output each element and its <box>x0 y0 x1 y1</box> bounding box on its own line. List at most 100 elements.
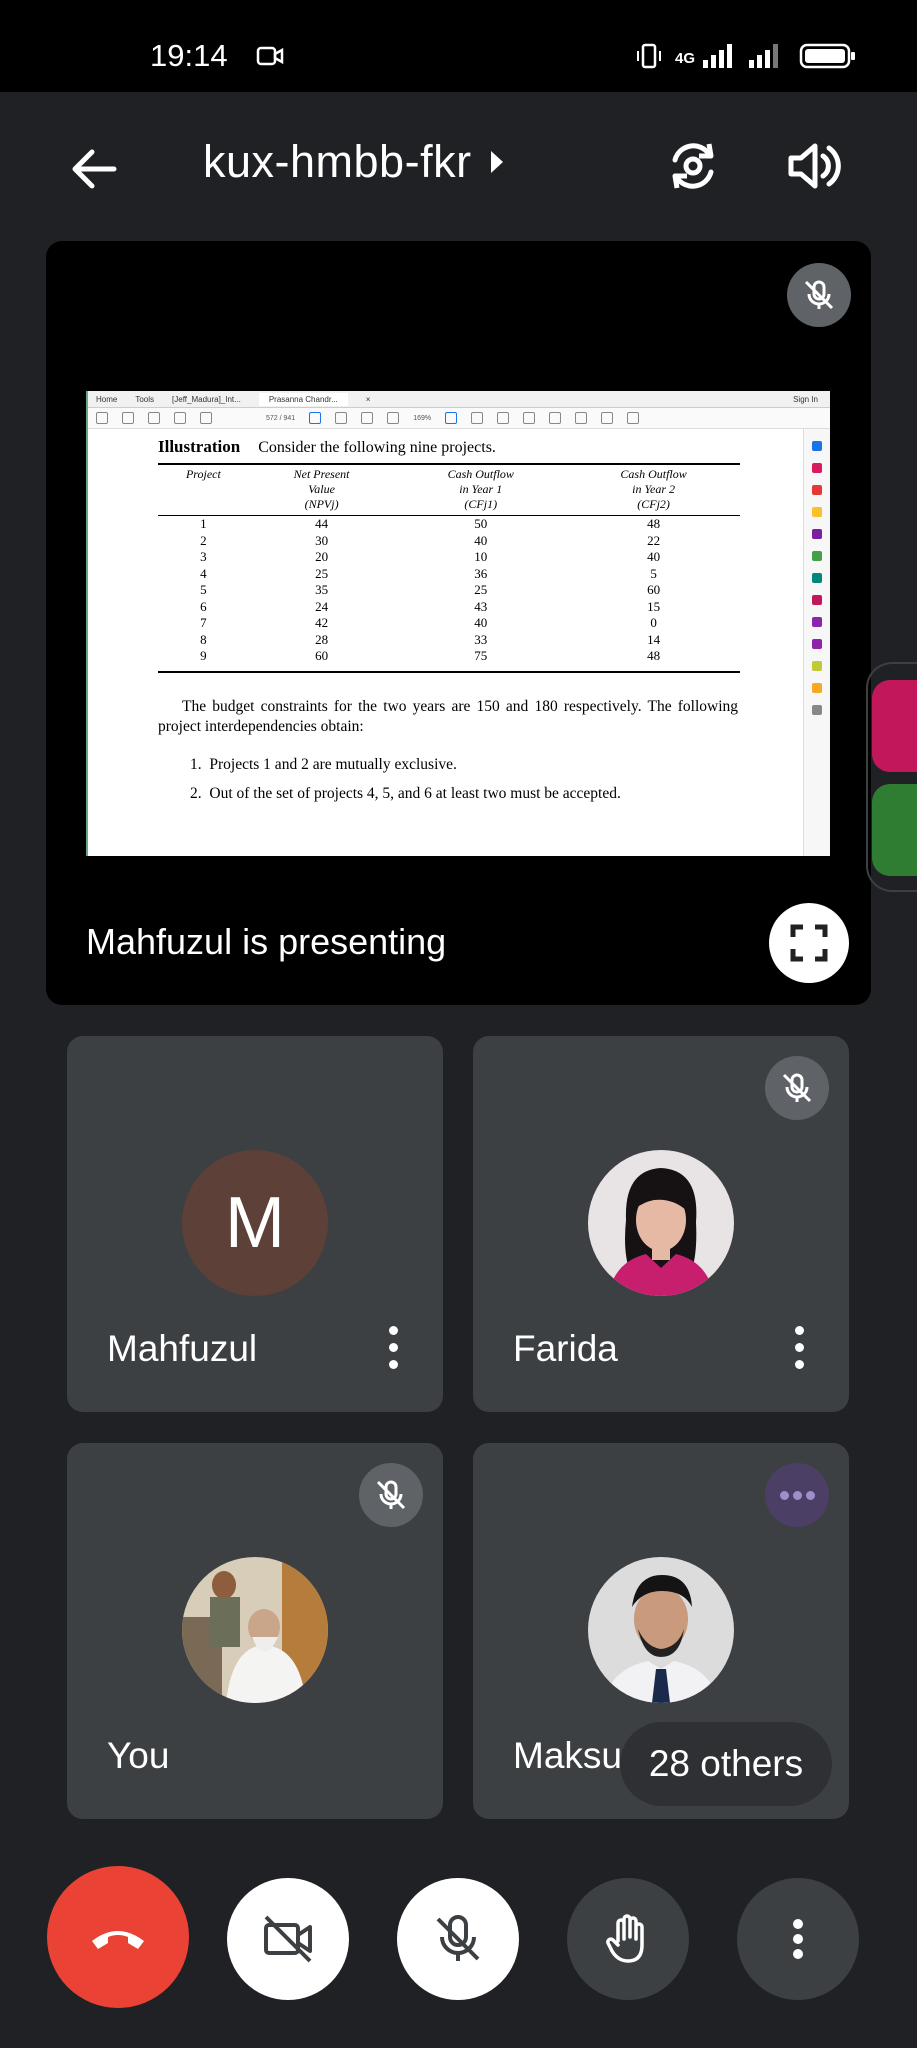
table-row: 3 20 10 40 <box>158 549 740 566</box>
table-cell: 9 <box>158 648 249 673</box>
fullscreen-icon <box>790 924 828 962</box>
raise-hand-button[interactable] <box>567 1878 689 2000</box>
table-row: 7 42 40 0 <box>158 615 740 632</box>
back-button[interactable] <box>66 142 120 196</box>
table-cell: 44 <box>315 516 329 531</box>
speaker-icon <box>788 143 841 189</box>
table-header: Project Net Present Value (NPVj) Cash Outf… <box>158 463 740 516</box>
speaking-indicator <box>765 1463 829 1527</box>
more-options-icon <box>793 1914 803 1964</box>
table-row: 1 44 50 48 <box>158 516 740 533</box>
mic-off-icon <box>376 1480 406 1510</box>
avatar <box>588 1150 734 1296</box>
table-cell: 4 <box>200 565 207 581</box>
pdf-tab-close: × <box>365 394 371 404</box>
camera-toggle-button[interactable] <box>227 1878 349 2000</box>
network-type-label: 4G <box>674 50 695 67</box>
participant-menu-button[interactable] <box>789 1326 809 1372</box>
table-cell: 25 <box>474 582 488 597</box>
col-cf1: Cash Outflow in Year 1 (CFj1) <box>394 463 568 516</box>
end-call-button[interactable] <box>47 1866 189 2008</box>
table-cell: 20 <box>315 549 329 564</box>
presentation-tile[interactable]: Home Tools [Jeff_Madura]_Int... Prasanna… <box>46 241 871 1005</box>
vibrate-icon <box>635 42 663 75</box>
table-row: 4 25 36 5 <box>158 566 740 583</box>
back-arrow-icon <box>72 149 117 189</box>
table-cell: 7 <box>200 615 207 630</box>
meeting-code: kux-hmbb-fkr <box>203 136 472 187</box>
pdf-tab-file-2: Prasanna Chandr... <box>258 392 348 406</box>
pdf-page: Illustration Consider the following nine … <box>108 429 788 854</box>
end-call-icon <box>92 1931 144 1949</box>
pdf-toolbar: 572 / 941 169% <box>88 408 830 429</box>
chevron-right-icon <box>490 151 503 173</box>
table-cell: 35 <box>315 582 329 597</box>
mic-toggle-button[interactable] <box>397 1878 519 2000</box>
table-row: 9 60 75 48 <box>158 648 740 673</box>
participant-name: Mahfuzul <box>107 1328 258 1369</box>
fullscreen-button[interactable] <box>769 903 849 983</box>
table-cell: 5 <box>200 582 207 597</box>
table-cell: 36 <box>474 565 488 581</box>
table-row: 8 28 33 14 <box>158 632 740 649</box>
camera-off-icon <box>264 1915 312 1963</box>
table-cell: 40 <box>474 615 488 630</box>
table-row: 5 35 25 60 <box>158 582 740 599</box>
others-count-button[interactable]: 28 others <box>620 1722 832 1806</box>
status-bar: 19:14 4G <box>0 0 917 92</box>
participant-menu-button[interactable] <box>383 1326 403 1372</box>
col-npv: Net Present Value (NPVj) <box>248 463 395 516</box>
table-row: 6 24 43 15 <box>158 599 740 616</box>
table-cell: 43 <box>474 598 488 614</box>
pdf-sign-in: Sign In <box>793 394 818 404</box>
switch-camera-button[interactable] <box>665 138 721 199</box>
table-cell: 8 <box>200 631 207 647</box>
pdf-tab-file-1: [Jeff_Madura]_Int... <box>172 394 241 404</box>
col-project: Project <box>158 463 249 516</box>
pdf-page-indicator: 572 / 941 <box>266 414 296 422</box>
table-cell: 42 <box>315 615 329 630</box>
table-cell: 75 <box>394 648 568 673</box>
side-tab-chat[interactable] <box>872 784 917 876</box>
projects-table: Project Net Present Value (NPVj) Cash Outf… <box>158 463 740 673</box>
participant-name: Farida <box>513 1328 618 1369</box>
avatar: M <box>182 1150 328 1296</box>
table-cell: 5 <box>650 565 657 581</box>
table-cell: 60 <box>248 648 395 673</box>
table-cell: 0 <box>650 615 657 630</box>
document-heading: Illustration Consider the following nine … <box>158 437 496 456</box>
table-row: 2 30 40 22 <box>158 533 740 550</box>
more-options-button[interactable] <box>737 1878 859 2000</box>
table-cell: 33 <box>474 631 488 647</box>
avatar <box>182 1557 328 1703</box>
pdf-tools-panel <box>803 429 830 856</box>
participant-tile[interactable]: M Mahfuzul <box>67 1036 443 1412</box>
condition-1: 1. Projects 1 and 2 are mutually exclusi… <box>190 756 457 773</box>
signal-icon-2 <box>747 42 787 75</box>
mic-off-icon <box>782 1073 812 1103</box>
pdf-tab-home: Home <box>96 394 118 404</box>
table-cell: 15 <box>647 598 661 614</box>
table-cell: 40 <box>474 532 488 548</box>
table-cell: 24 <box>315 598 329 614</box>
side-tab-activities[interactable] <box>872 680 917 772</box>
table-cell: 50 <box>474 516 488 531</box>
table-cell: 40 <box>647 549 661 564</box>
table-cell: 48 <box>567 648 740 673</box>
participant-tile[interactable]: Farida <box>473 1036 849 1412</box>
presenting-label: Mahfuzul is presenting <box>86 921 447 962</box>
table-cell: 6 <box>200 598 207 614</box>
audio-output-button[interactable] <box>785 138 841 199</box>
muted-indicator <box>765 1056 829 1120</box>
participant-tile-self[interactable]: You <box>67 1443 443 1819</box>
table-cell: 2 <box>200 532 207 548</box>
presenter-muted-indicator <box>787 263 851 327</box>
meeting-code-button[interactable]: kux-hmbb-fkr <box>203 136 506 188</box>
table-cell: 48 <box>647 516 661 531</box>
table-cell: 28 <box>315 631 329 647</box>
raise-hand-icon <box>606 1914 644 1963</box>
shared-screen: Home Tools [Jeff_Madura]_Int... Prasanna… <box>86 391 830 856</box>
pdf-tab-tools: Tools <box>135 394 155 404</box>
condition-2: 2. Out of the set of projects 4, 5, and … <box>190 785 621 802</box>
status-time: 19:14 <box>150 38 228 73</box>
